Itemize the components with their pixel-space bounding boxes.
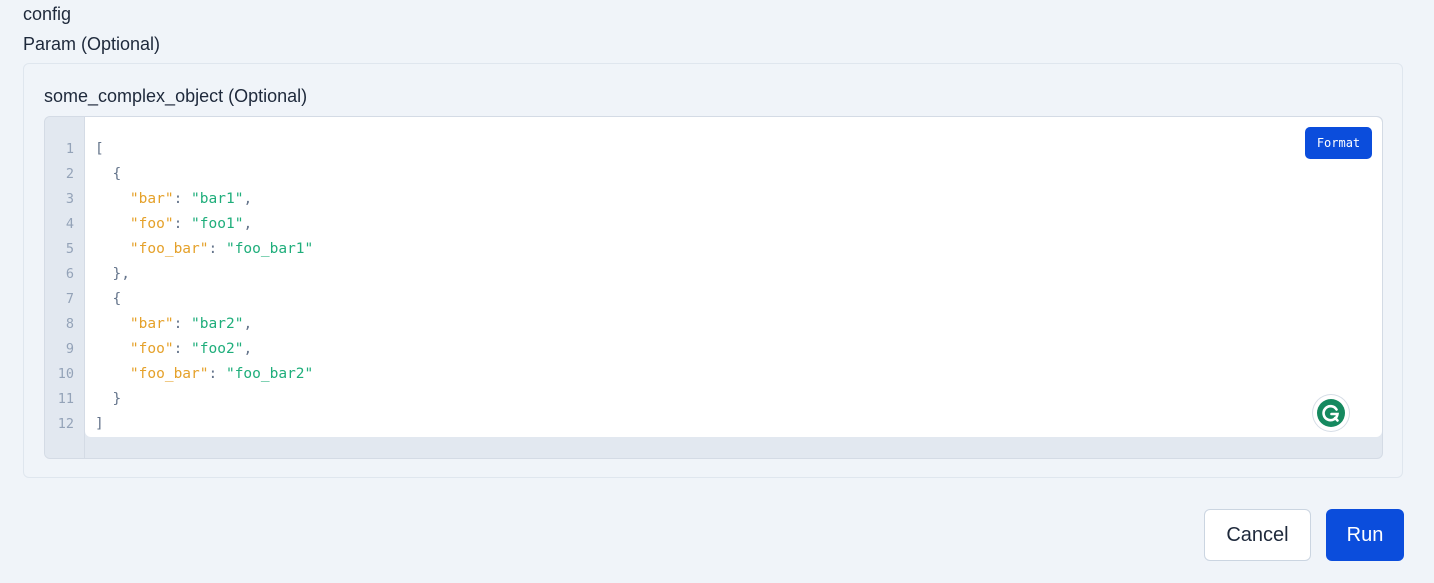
param-container: some_complex_object (Optional) 123456789… (23, 63, 1403, 478)
code-textarea[interactable]: Format [ { "bar": "bar1", "foo": "foo1",… (85, 117, 1382, 437)
line-number: 5 (65, 241, 74, 257)
line-number: 4 (65, 216, 74, 232)
section-title: config (23, 4, 72, 24)
cancel-button[interactable]: Cancel (1204, 509, 1311, 561)
line-number: 11 (57, 391, 74, 407)
code-line: } (95, 387, 121, 412)
format-button[interactable]: Format (1305, 127, 1372, 159)
json-punctuation: , (243, 316, 253, 332)
code-line: "foo": "foo1", (95, 212, 252, 237)
json-punctuation: [ (95, 141, 104, 157)
line-number: 3 (65, 191, 74, 207)
json-punctuation: , (243, 341, 253, 357)
json-punctuation (95, 216, 130, 232)
line-number-gutter: 1 2 3 4 5 6 7 8 9 10 11 12 (45, 117, 85, 458)
json-key: "foo_bar" (129, 366, 209, 382)
json-string: "foo1" (191, 216, 244, 232)
code-line: "bar": "bar1", (95, 187, 252, 212)
json-punctuation (95, 191, 130, 207)
json-punctuation: : (173, 216, 192, 232)
line-number: 12 (57, 416, 74, 432)
field-label: some_complex_object (Optional) (44, 86, 308, 106)
line-number: 8 (65, 316, 74, 332)
code-line: }, (95, 262, 130, 287)
line-number: 9 (65, 341, 74, 357)
json-punctuation (95, 366, 130, 382)
code-line: { (95, 162, 121, 187)
json-string: "foo_bar1" (225, 241, 314, 257)
json-key: "foo" (129, 216, 174, 232)
json-punctuation: : (173, 316, 192, 332)
code-line: [ (95, 137, 104, 162)
json-string: "foo2" (191, 341, 244, 357)
json-key: "bar" (129, 191, 174, 207)
line-number: 10 (57, 366, 74, 382)
json-key: "foo" (129, 341, 174, 357)
json-punctuation (95, 316, 130, 332)
json-punctuation: } (95, 391, 122, 407)
line-number: 1 (65, 141, 74, 157)
code-line: "bar": "bar2", (95, 312, 252, 337)
json-punctuation: : (208, 366, 226, 382)
json-editor[interactable]: 1 2 3 4 5 6 7 8 9 10 11 12 Format [ { "bar": "bar1"… (44, 116, 1383, 459)
code-line: { (95, 287, 121, 312)
json-punctuation: , (243, 216, 253, 232)
json-punctuation (95, 341, 130, 357)
json-punctuation: { (95, 291, 122, 307)
json-string: "bar1" (191, 191, 244, 207)
param-label: Param (Optional) (23, 34, 161, 54)
json-punctuation: : (173, 341, 192, 357)
json-punctuation: ] (95, 416, 104, 432)
json-string: "foo_bar2" (225, 366, 314, 382)
json-key: "foo_bar" (129, 241, 209, 257)
json-punctuation: }, (95, 266, 130, 282)
code-line: "foo": "foo2", (95, 337, 252, 362)
json-punctuation (95, 241, 130, 257)
code-line: "foo_bar": "foo_bar1" (95, 237, 313, 262)
run-button[interactable]: Run (1326, 509, 1404, 561)
grammarly-icon[interactable] (1313, 395, 1349, 431)
json-punctuation: { (95, 166, 122, 182)
json-punctuation: : (173, 191, 192, 207)
line-number: 6 (65, 266, 74, 282)
json-punctuation: : (208, 241, 226, 257)
json-key: "bar" (129, 316, 174, 332)
code-line: ] (95, 412, 104, 437)
json-punctuation: , (243, 191, 253, 207)
line-number: 2 (65, 166, 74, 182)
json-string: "bar2" (191, 316, 244, 332)
line-number: 7 (65, 291, 74, 307)
code-line: "foo_bar": "foo_bar2" (95, 362, 313, 387)
